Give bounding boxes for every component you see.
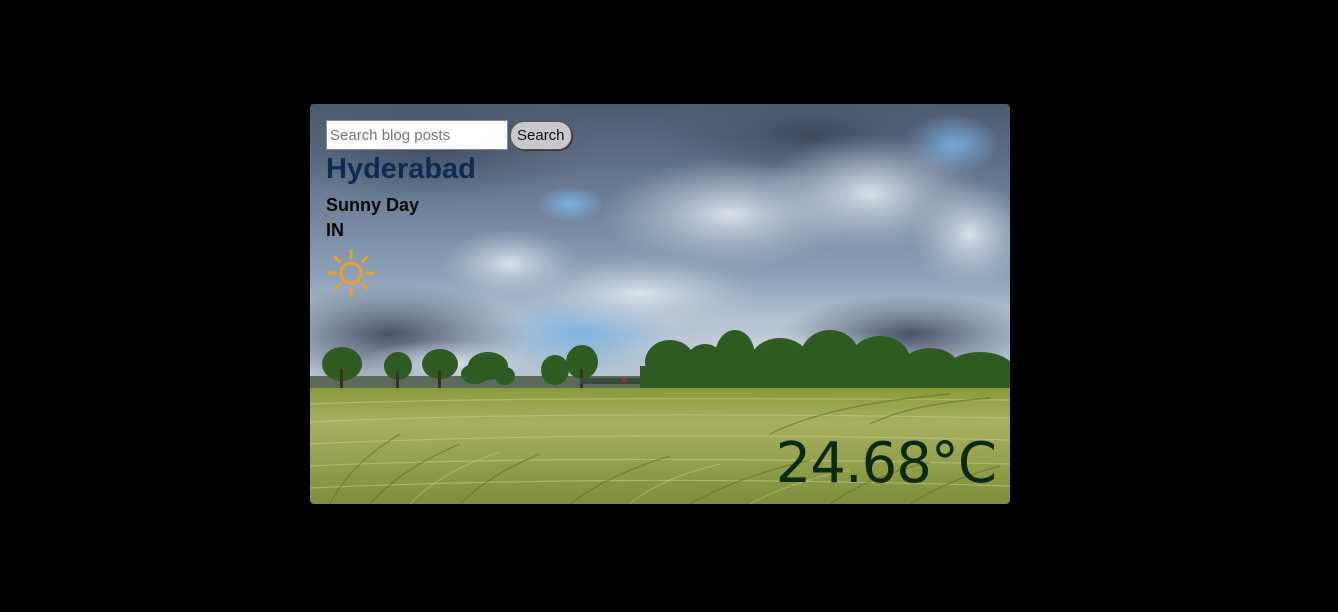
country-code: IN	[326, 220, 344, 240]
search-bar: Search	[326, 120, 572, 150]
sun-icon	[327, 249, 375, 297]
city-name: Hyderabad	[326, 153, 476, 185]
search-button[interactable]: Search	[510, 120, 572, 150]
weather-condition: Sunny Day	[326, 195, 420, 215]
search-input[interactable]	[326, 120, 508, 150]
weather-card: Search Hyderabad Sunny Day IN 24.68°C	[310, 104, 1010, 504]
temperature-readout: 24.68°C	[775, 431, 997, 496]
